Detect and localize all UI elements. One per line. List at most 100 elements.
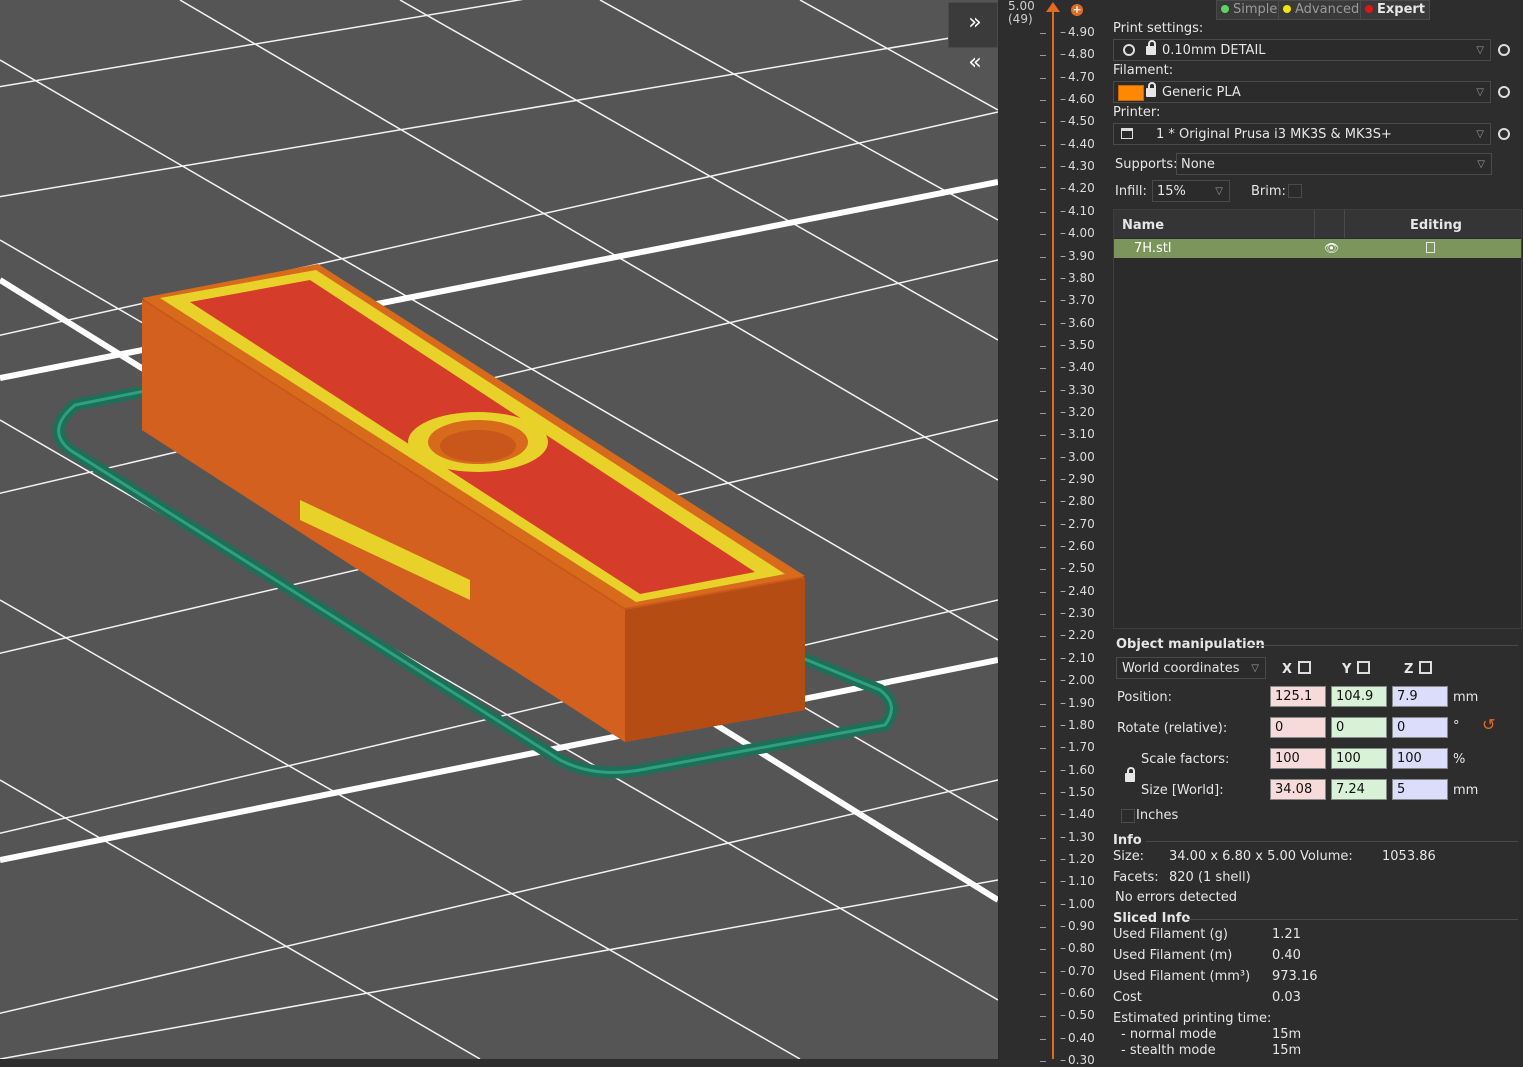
printer-value: 1 * Original Prusa i3 MK3S & MK3S+ xyxy=(1156,127,1392,142)
slider-tick-label: 3.30 xyxy=(1060,383,1095,397)
axis-z-label: Z xyxy=(1404,662,1414,677)
reset-y-icon[interactable] xyxy=(1357,661,1371,674)
add-color-change-icon[interactable]: + xyxy=(1071,4,1083,16)
coordinates-combo[interactable]: World coordinates ▽ xyxy=(1116,657,1266,679)
collapse-sidebar-button[interactable]: » « xyxy=(948,2,998,75)
reset-z-icon[interactable] xyxy=(1419,661,1433,674)
column-divider xyxy=(1344,210,1345,238)
column-divider xyxy=(1314,210,1315,238)
slider-tick-mark xyxy=(1040,725,1046,727)
print-settings-label: Print settings: xyxy=(1113,21,1204,36)
position-x-input[interactable]: 125.1 xyxy=(1270,686,1326,707)
slider-tick-label: 1.70 xyxy=(1060,740,1095,754)
print-settings-gear-icon[interactable] xyxy=(1498,44,1510,56)
object-list-header: Name Editing xyxy=(1114,210,1521,238)
rotate-z-input[interactable]: 0 xyxy=(1392,717,1448,738)
sliced-row-label: Used Filament (m) xyxy=(1113,948,1233,963)
size-z-input[interactable]: 5 xyxy=(1392,779,1448,800)
mode-simple-label: Simple xyxy=(1233,2,1278,17)
info-volume-value: 1053.86 xyxy=(1382,849,1436,864)
supports-label: Supports: xyxy=(1115,157,1178,172)
slider-tick-label: 2.00 xyxy=(1060,673,1095,687)
slider-tick-label: 0.60 xyxy=(1060,986,1095,1000)
slider-rail[interactable] xyxy=(1052,8,1054,1059)
print-settings-combo[interactable]: 0.10mm DETAIL ▽ xyxy=(1113,39,1491,61)
slider-tick-mark xyxy=(1040,636,1046,638)
center-hole xyxy=(440,430,516,462)
reset-rotation-icon[interactable]: ↺ xyxy=(1482,715,1495,734)
column-editing-header[interactable]: Editing xyxy=(1410,218,1462,233)
printer-combo[interactable]: 1 * Original Prusa i3 MK3S & MK3S+ ▽ xyxy=(1113,123,1491,145)
uniform-scale-lock[interactable] xyxy=(1121,767,1141,785)
slider-tick-label: 1.40 xyxy=(1060,807,1095,821)
slider-tick-mark xyxy=(1040,1038,1046,1040)
slider-tick-label: 2.50 xyxy=(1060,561,1095,575)
brim-checkbox[interactable] xyxy=(1288,184,1302,198)
eye-icon[interactable]: 👁 xyxy=(1324,239,1339,258)
slider-tick-mark xyxy=(1040,748,1046,750)
slider-tick-mark xyxy=(1040,435,1046,437)
inches-checkbox[interactable] xyxy=(1121,809,1135,823)
supports-combo[interactable]: None ▽ xyxy=(1176,153,1492,175)
object-name[interactable]: 7H.stl xyxy=(1134,239,1171,258)
sliced-row-value: 973.16 xyxy=(1272,969,1318,984)
slider-tick-mark xyxy=(1040,591,1046,593)
3d-preview-viewport[interactable]: » « xyxy=(0,0,998,1059)
slider-tick-mark xyxy=(1040,412,1046,414)
chevron-down-icon: ▽ xyxy=(1215,186,1223,197)
filament-combo[interactable]: Generic PLA ▽ xyxy=(1113,81,1491,103)
slider-tick-mark xyxy=(1040,189,1046,191)
top-layer-number: (49) xyxy=(1008,12,1033,26)
object-row[interactable]: 7H.stl 👁 xyxy=(1114,239,1521,258)
lock-icon xyxy=(1146,40,1156,55)
size-x-input[interactable]: 34.08 xyxy=(1270,779,1326,800)
axis-y-header: Y xyxy=(1342,661,1371,677)
column-name-header[interactable]: Name xyxy=(1122,218,1164,233)
axis-x-label: X xyxy=(1282,662,1293,677)
scale-x-input[interactable]: 100 xyxy=(1270,748,1326,769)
filament-value: Generic PLA xyxy=(1162,85,1241,100)
rotate-y-input[interactable]: 0 xyxy=(1331,717,1387,738)
filament-combo-content: Generic PLA xyxy=(1142,82,1241,104)
slider-tick-mark xyxy=(1040,323,1046,325)
slider-tick-mark xyxy=(1040,457,1046,459)
slider-tick-label: 1.30 xyxy=(1060,830,1095,844)
scale-y-input[interactable]: 100 xyxy=(1331,748,1387,769)
mode-simple-button[interactable]: Simple xyxy=(1216,0,1283,20)
slider-tick-label: 1.50 xyxy=(1060,785,1095,799)
filament-gear-icon[interactable] xyxy=(1498,86,1510,98)
slider-tick-label: 1.00 xyxy=(1060,897,1095,911)
size-y-input[interactable]: 7.24 xyxy=(1331,779,1387,800)
infill-combo[interactable]: 15% ▽ xyxy=(1152,180,1230,202)
mode-expert-button[interactable]: Expert xyxy=(1360,0,1431,20)
position-z-input[interactable]: 7.9 xyxy=(1392,686,1448,707)
stealth-mode-label: - stealth mode xyxy=(1121,1043,1216,1058)
slider-tick-mark xyxy=(1040,815,1046,817)
reset-x-icon[interactable] xyxy=(1298,661,1312,674)
position-label: Position: xyxy=(1117,690,1172,705)
slider-tick-label: 4.30 xyxy=(1060,159,1095,173)
stealth-mode-value: 15m xyxy=(1272,1043,1302,1058)
object-list[interactable]: Name Editing 7H.stl 👁 xyxy=(1113,209,1522,629)
axis-y-label: Y xyxy=(1342,662,1352,677)
layer-slider[interactable]: 5.00 (49) + 4.90 4.80 4.70 4.60 4.50 4.40 4.30… xyxy=(998,0,1108,1067)
sliced-info-title: Sliced Info xyxy=(1113,911,1191,926)
slider-tick-label: 3.10 xyxy=(1060,427,1095,441)
filament-color-swatch[interactable] xyxy=(1118,85,1144,101)
infill-value: 15% xyxy=(1157,184,1186,199)
slider-tick-mark xyxy=(1040,256,1046,258)
slider-tick-mark xyxy=(1040,949,1046,951)
slider-tick-mark xyxy=(1040,33,1046,34)
printer-gear-icon[interactable] xyxy=(1498,128,1510,140)
rotate-x-input[interactable]: 0 xyxy=(1270,717,1326,738)
position-y-input[interactable]: 104.9 xyxy=(1331,686,1387,707)
slider-tick-label: 2.30 xyxy=(1060,606,1095,620)
mode-advanced-button[interactable]: Advanced xyxy=(1278,0,1365,20)
slider-tick-mark xyxy=(1040,167,1046,169)
slider-tick-label: 4.50 xyxy=(1060,114,1095,128)
slider-tick-label: 0.90 xyxy=(1060,919,1095,933)
slider-thumb-icon[interactable] xyxy=(1046,2,1060,12)
scale-z-input[interactable]: 100 xyxy=(1392,748,1448,769)
slider-tick-label: 0.40 xyxy=(1060,1031,1095,1045)
edit-icon[interactable] xyxy=(1426,242,1435,253)
